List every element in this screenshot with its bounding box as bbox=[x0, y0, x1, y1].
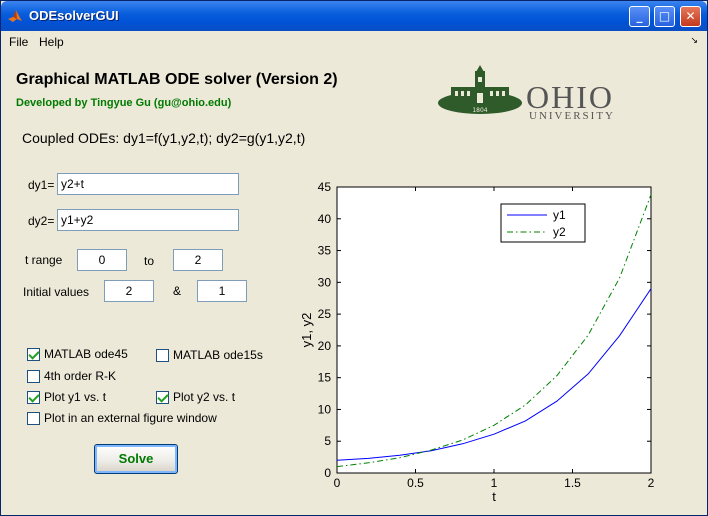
x-tick-label: 1 bbox=[491, 476, 498, 490]
initial-value-2-input[interactable]: 1 bbox=[197, 280, 247, 302]
legend-label-y1: y1 bbox=[553, 208, 566, 222]
x-tick-label: 0.5 bbox=[407, 476, 424, 490]
plot-y2-label: Plot y2 vs. t bbox=[173, 390, 236, 404]
external-window-label: Plot in an external figure window bbox=[44, 411, 217, 425]
window-title: ODEsolverGUI bbox=[29, 8, 119, 23]
checkbox-checked-icon[interactable] bbox=[156, 390, 169, 404]
legend-label-y2: y2 bbox=[553, 225, 566, 239]
x-tick-label: 2 bbox=[648, 476, 655, 490]
checkbox-unchecked-icon[interactable] bbox=[27, 411, 40, 425]
initial-value-1-input[interactable]: 2 bbox=[104, 280, 154, 302]
logo-subtext: UNIVERSITY bbox=[529, 110, 615, 122]
dy1-label: dy1= bbox=[28, 178, 55, 192]
plot-area bbox=[336, 186, 652, 474]
plot-y1-label: Plot y1 vs. t bbox=[44, 390, 107, 404]
ampersand-label: & bbox=[173, 284, 182, 298]
maximize-icon: □ bbox=[658, 9, 671, 23]
y-tick-label: 45 bbox=[318, 180, 332, 194]
dock-arrow-icon[interactable]: ↘ bbox=[690, 35, 698, 46]
y-tick-label: 20 bbox=[318, 339, 332, 353]
to-label: to bbox=[144, 254, 155, 268]
rk4-checkbox[interactable]: 4th order R-K bbox=[27, 369, 116, 383]
x-axis-label: t bbox=[492, 489, 496, 504]
y-tick-label: 5 bbox=[324, 434, 331, 448]
y-tick-label: 30 bbox=[318, 275, 332, 289]
y-tick-label: 25 bbox=[318, 307, 332, 321]
rk4-label: 4th order R-K bbox=[44, 369, 117, 383]
checkbox-unchecked-icon[interactable] bbox=[156, 348, 169, 362]
x-tick-label: 1.5 bbox=[564, 476, 581, 490]
y-tick-label: 0 bbox=[324, 466, 331, 480]
menu-file[interactable]: File bbox=[9, 35, 28, 49]
ode15s-checkbox[interactable]: MATLAB ode15s bbox=[156, 348, 263, 362]
x-tick-label: 0 bbox=[334, 476, 341, 490]
plot-y2-checkbox[interactable]: Plot y2 vs. t bbox=[156, 390, 235, 404]
ode15s-label: MATLAB ode15s bbox=[173, 348, 263, 362]
y-tick-label: 10 bbox=[318, 402, 332, 416]
dy2-label: dy2= bbox=[28, 214, 55, 228]
initial-values-label: Initial values bbox=[23, 285, 90, 299]
dy1-input[interactable]: y2+t bbox=[57, 173, 239, 195]
minimize-icon: _ bbox=[636, 9, 643, 23]
menu-help[interactable]: Help bbox=[39, 35, 64, 49]
solve-button[interactable]: Solve bbox=[94, 444, 178, 474]
page-title: Graphical MATLAB ODE solver (Version 2) bbox=[16, 71, 338, 88]
menu-bar: File Help ↘ bbox=[2, 31, 706, 51]
checkbox-unchecked-icon[interactable] bbox=[27, 369, 40, 383]
y-axis-label: y1, y2 bbox=[299, 313, 314, 348]
t-start-input[interactable]: 0 bbox=[77, 249, 127, 271]
y-tick-label: 35 bbox=[318, 244, 332, 258]
dy2-input[interactable]: y1+y2 bbox=[57, 209, 239, 231]
t-end-input[interactable]: 2 bbox=[173, 249, 223, 271]
external-window-checkbox[interactable]: Plot in an external figure window bbox=[27, 411, 217, 425]
matlab-logo-icon bbox=[8, 10, 22, 22]
close-icon: ✕ bbox=[685, 9, 696, 23]
title-bar[interactable]: ODEsolverGUI _ □ ✕ bbox=[1, 1, 707, 31]
y-tick-label: 40 bbox=[318, 212, 332, 226]
checkbox-checked-icon[interactable] bbox=[27, 347, 40, 361]
plot-y1-checkbox[interactable]: Plot y1 vs. t bbox=[27, 390, 106, 404]
solution-plot: 0 0.5 1 1.5 2051015202530354045ty1, y2y1y2 bbox=[299, 180, 655, 504]
author-credit: Developed by Tingyue Gu (gu@ohio.edu) bbox=[16, 97, 232, 109]
t-range-label: t range bbox=[25, 253, 63, 267]
checkbox-checked-icon[interactable] bbox=[27, 390, 40, 404]
ohio-university-logo-icon: 1804 bbox=[438, 65, 522, 114]
y-tick-label: 15 bbox=[318, 371, 332, 385]
logo-year: 1804 bbox=[472, 107, 487, 114]
ode45-checkbox[interactable]: MATLAB ode45 bbox=[27, 347, 128, 361]
maximize-button[interactable]: □ bbox=[654, 6, 675, 27]
close-button[interactable]: ✕ bbox=[680, 6, 701, 27]
minimize-button[interactable]: _ bbox=[629, 6, 650, 27]
legend-box bbox=[500, 203, 586, 243]
coupled-odes-description: Coupled ODEs: dy1=f(y1,y2,t); dy2=g(y1,y… bbox=[22, 130, 306, 146]
app-window: ODEsolverGUI _ □ ✕ File Help ↘ Graphical… bbox=[0, 0, 708, 516]
ode45-label: MATLAB ode45 bbox=[44, 347, 128, 361]
